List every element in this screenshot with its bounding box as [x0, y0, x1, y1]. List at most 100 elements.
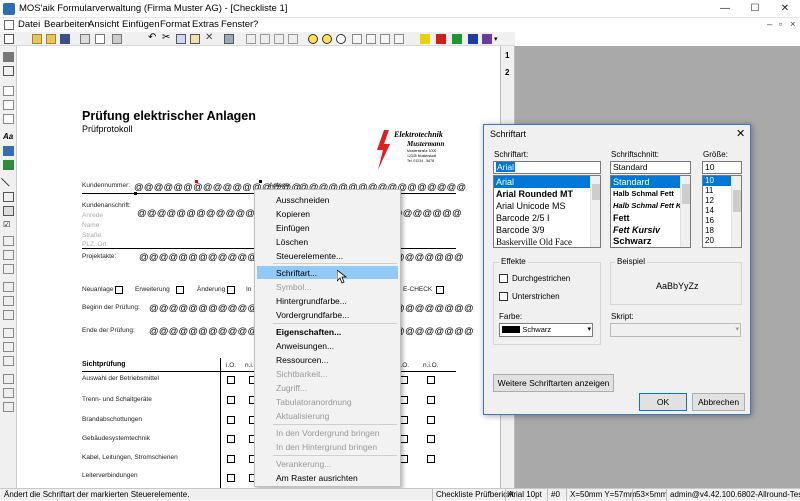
close-button[interactable]: ✕	[770, 0, 800, 18]
menu-help[interactable]: ?	[253, 19, 258, 30]
row-checkbox[interactable]	[227, 416, 235, 424]
formula-tool-icon[interactable]	[3, 402, 14, 412]
users-icon[interactable]	[482, 34, 492, 44]
page-tab-1[interactable]: 1	[505, 51, 509, 60]
chevron-down-icon[interactable]: ▾	[494, 35, 504, 45]
style-list[interactable]: Standard Halb Schmal Fett Halb Schmal Fe…	[610, 175, 691, 248]
row-checkbox[interactable]	[227, 376, 235, 384]
maximize-button[interactable]: ☐	[740, 0, 770, 18]
row-checkbox[interactable]	[427, 396, 435, 404]
copy-icon[interactable]	[176, 34, 186, 44]
red-user-icon[interactable]	[436, 34, 446, 44]
font-list-scrollbar[interactable]	[590, 176, 600, 247]
tool-icon[interactable]	[112, 34, 122, 44]
cancel-button[interactable]: Abbrechen	[692, 393, 745, 411]
open-icon[interactable]	[46, 34, 56, 44]
align-right-icon[interactable]	[274, 34, 284, 44]
underline-checkbox[interactable]	[499, 292, 508, 301]
layout-icon[interactable]	[366, 34, 376, 44]
field-icon[interactable]	[3, 100, 14, 110]
time-tool-icon[interactable]	[3, 342, 14, 352]
blue-user-icon[interactable]	[468, 34, 478, 44]
document-icon[interactable]	[4, 20, 14, 30]
group-tool-icon[interactable]	[3, 296, 14, 306]
shape-icon[interactable]	[3, 160, 14, 170]
menu-datei[interactable]: Datei	[18, 19, 40, 30]
row-checkbox[interactable]	[427, 455, 435, 463]
row-checkbox[interactable]	[427, 416, 435, 424]
save-icon[interactable]	[60, 34, 70, 44]
ctx-vordergrundfarbe[interactable]: Vordergrundfarbe...	[276, 310, 349, 320]
image-icon[interactable]	[3, 146, 14, 156]
date-tool-icon[interactable]	[3, 328, 14, 338]
lock-icon[interactable]	[3, 52, 14, 62]
menu-ansicht[interactable]: Ansicht	[88, 19, 119, 30]
view-icon[interactable]	[394, 34, 404, 44]
textbox-icon[interactable]	[3, 86, 14, 96]
menu-fenster[interactable]: Fenster	[221, 19, 253, 30]
checkbox-echeck[interactable]	[436, 286, 444, 294]
ctx-schriftart[interactable]: Schriftart...	[276, 268, 317, 278]
properties-icon[interactable]	[224, 34, 234, 44]
checkbox-erweiterung[interactable]	[176, 286, 184, 294]
zoom-out-icon[interactable]	[322, 34, 332, 44]
paste-icon[interactable]	[190, 34, 200, 44]
line-icon[interactable]	[1, 171, 16, 187]
font-list[interactable]: Arial Arial Rounded MT Arial Unicode MS …	[493, 175, 601, 248]
align-left-icon[interactable]	[246, 34, 256, 44]
font-list-item[interactable]: Arial	[494, 176, 600, 188]
ctx-hintergrundfarbe[interactable]: Hintergrundfarbe...	[276, 296, 347, 306]
selection-handle[interactable]	[195, 180, 198, 183]
align-center-icon[interactable]	[260, 34, 270, 44]
row-checkbox[interactable]	[400, 455, 408, 463]
script-select[interactable]: ▾	[610, 323, 741, 337]
app-icon[interactable]	[3, 3, 15, 15]
row-checkbox[interactable]	[400, 376, 408, 384]
menu-bearbeiten[interactable]: Bearbeiten	[44, 19, 90, 30]
row-checkbox[interactable]	[400, 416, 408, 424]
ctx-loeschen[interactable]: Löschen	[276, 237, 308, 247]
ok-button[interactable]: OK	[639, 393, 687, 411]
menu-einfuegen[interactable]: Einfügen	[122, 19, 160, 30]
checkbox-tool-icon[interactable]: ☑	[3, 220, 14, 230]
row-checkbox[interactable]	[400, 396, 408, 404]
row-checkbox[interactable]	[227, 455, 235, 463]
frame-icon[interactable]	[3, 192, 14, 202]
size-list[interactable]: 10 11 12 14 16 18 20	[702, 175, 742, 248]
font-list-item[interactable]: Arial Rounded MT	[494, 188, 600, 200]
radio-tool-icon[interactable]	[3, 236, 14, 246]
search-icon[interactable]	[336, 34, 346, 44]
style-list-item[interactable]: Standard	[611, 176, 690, 188]
minimize-button[interactable]: —	[710, 0, 740, 18]
combo-tool-icon[interactable]	[3, 250, 14, 260]
style-list-scrollbar[interactable]	[680, 176, 690, 247]
font-list-item[interactable]: Barcode 3/9	[494, 224, 600, 236]
row-checkbox[interactable]	[227, 474, 235, 482]
dialog-close-button[interactable]: ✕	[736, 127, 745, 140]
yellow-user-icon[interactable]	[420, 34, 430, 44]
font-list-item[interactable]: Baskerville Old Face	[494, 236, 600, 247]
size-list-scrollbar[interactable]	[731, 176, 741, 247]
style-list-item[interactable]: Fett Kursiv	[611, 224, 690, 236]
zoom-in-icon[interactable]	[308, 34, 318, 44]
page-tool-icon[interactable]	[3, 310, 14, 320]
row-checkbox[interactable]	[227, 396, 235, 404]
ctx-einfuegen[interactable]: Einfügen	[276, 223, 310, 233]
style-input[interactable]: Standard	[610, 161, 691, 174]
mdi-minimize-button[interactable]: –	[767, 19, 772, 30]
ctx-ressourcen[interactable]: Ressourcen...	[276, 355, 328, 365]
page-tab-2[interactable]: 2	[505, 68, 509, 77]
ctx-eigenschaften[interactable]: Eigenschaften...	[276, 327, 341, 337]
row-checkbox[interactable]	[427, 376, 435, 384]
grid-icon[interactable]	[352, 34, 362, 44]
green-user-icon[interactable]	[452, 34, 462, 44]
row-checkbox[interactable]	[400, 435, 408, 443]
form-icon[interactable]	[380, 34, 390, 44]
menu-extras[interactable]: Extras	[192, 19, 219, 30]
signature-tool-icon[interactable]	[3, 388, 14, 398]
table-icon[interactable]	[3, 206, 14, 216]
checkbox-neuanlage[interactable]	[115, 286, 123, 294]
new-icon[interactable]	[4, 34, 14, 44]
row-checkbox[interactable]	[227, 435, 235, 443]
color-select[interactable]: Schwarz ▾	[499, 323, 593, 337]
